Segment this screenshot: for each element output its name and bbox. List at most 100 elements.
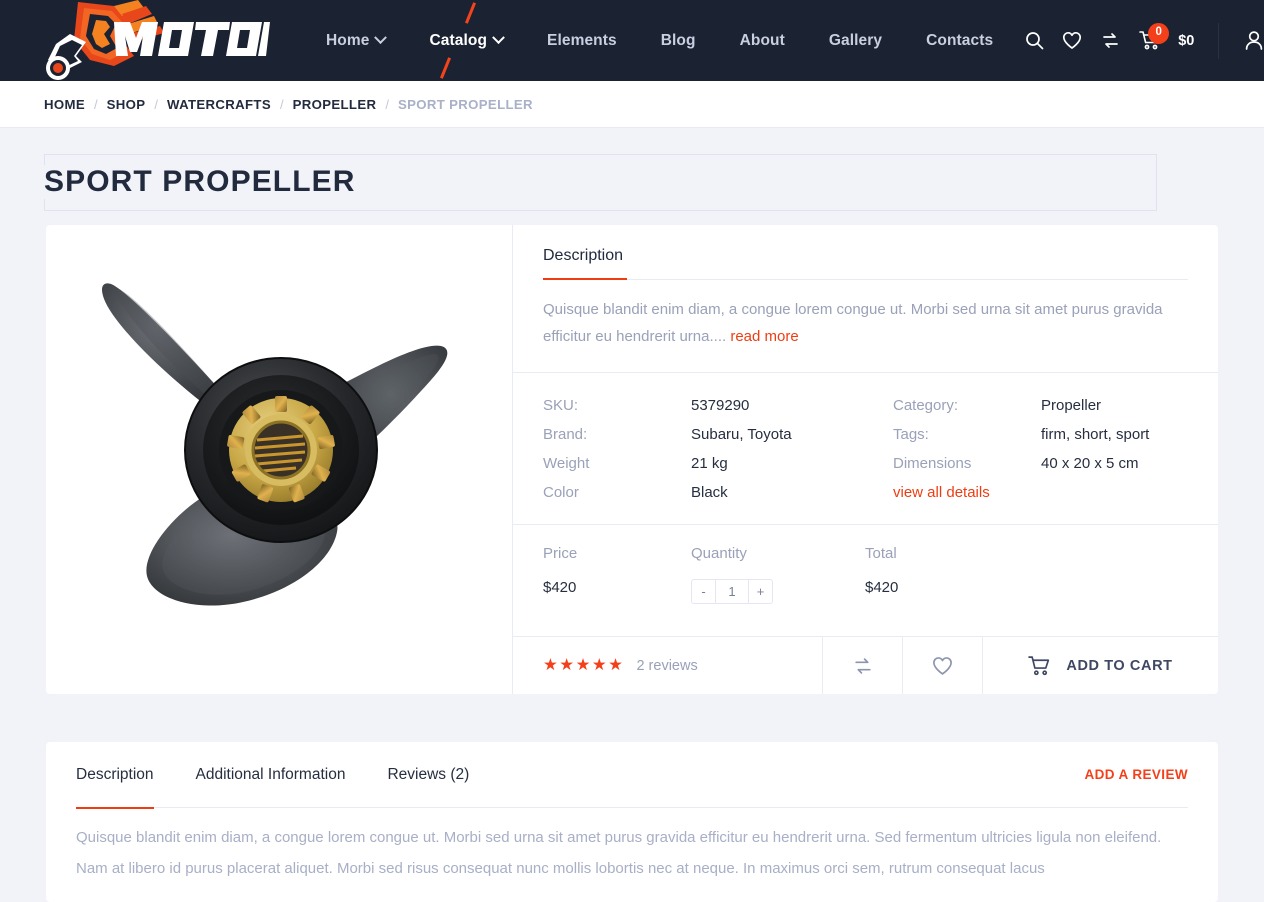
- cart-count-badge: 0: [1148, 22, 1170, 44]
- add-a-review-link[interactable]: ADD A REVIEW: [1084, 767, 1188, 782]
- add-to-cart-button[interactable]: ADD TO CART: [983, 637, 1218, 694]
- heart-icon: [1063, 31, 1082, 49]
- spec-value-dimensions: 40 x 20 x 5 cm: [1041, 455, 1139, 472]
- breadcrumb-separator: /: [154, 96, 158, 112]
- nav-item-label: Gallery: [828, 31, 883, 49]
- nav-item-label: Contacts: [926, 31, 994, 49]
- header-tools: 0 $0: [1015, 0, 1264, 81]
- breadcrumb-separator: /: [279, 96, 284, 112]
- total-cell: Total $420: [865, 545, 898, 604]
- tab-reviews[interactable]: Reviews (2): [387, 742, 469, 808]
- account-button[interactable]: [1235, 21, 1264, 61]
- breadcrumb-item-shop[interactable]: SHOP: [107, 97, 146, 112]
- nav-item-label: Home: [326, 31, 370, 49]
- nav-item-about[interactable]: About: [718, 0, 807, 81]
- quantity-decrement-button[interactable]: -: [692, 580, 715, 603]
- description-text: Quisque blandit enim diam, a congue lore…: [543, 280, 1168, 372]
- read-more-link[interactable]: read more: [730, 328, 798, 345]
- spec-value-color: Black: [691, 484, 728, 501]
- active-tab-indicator: [543, 278, 627, 280]
- price-label: Price: [543, 545, 578, 562]
- nav-item-label: Catalog: [429, 31, 488, 49]
- breadcrumb-separator: /: [385, 96, 389, 112]
- purchase-row: Price $420 Quantity - 1 + Total $420: [513, 524, 1218, 626]
- spec-value-brand: Subaru, Toyota: [691, 426, 792, 443]
- specs-labels-right: Category: Tags: Dimensions view all deta…: [893, 395, 1041, 504]
- compare-button[interactable]: [1091, 21, 1129, 61]
- chevron-down-icon: [374, 31, 388, 45]
- nav-item-home[interactable]: Home: [304, 0, 407, 81]
- cart-total-amount[interactable]: $0: [1178, 33, 1194, 49]
- nav-item-blog[interactable]: Blog: [639, 0, 718, 81]
- breadcrumb: HOME / SHOP / WATERCRAFTS / PROPELLER / …: [0, 81, 1264, 128]
- compare-icon: [854, 657, 871, 674]
- total-label: Total: [865, 545, 897, 562]
- breadcrumb-separator: /: [93, 96, 98, 112]
- quantity-increment-button[interactable]: +: [749, 580, 772, 603]
- specs-column-right: Category: Tags: Dimensions view all deta…: [893, 395, 1149, 504]
- product-card: Description Quisque blandit enim diam, a…: [46, 225, 1218, 694]
- propeller-image-icon: [102, 282, 448, 606]
- tab-description[interactable]: Description: [543, 247, 623, 265]
- search-icon: [1025, 32, 1044, 50]
- tab-description[interactable]: Description: [76, 742, 154, 809]
- description-tab-row: Description: [543, 247, 1188, 280]
- spec-label-color: Color: [543, 484, 579, 501]
- nav-item-catalog[interactable]: Catalog: [407, 0, 525, 81]
- nav-item-contacts[interactable]: Contacts: [904, 0, 1015, 81]
- quantity-cell: Quantity - 1 +: [691, 545, 865, 604]
- cart-button[interactable]: 0: [1131, 21, 1170, 61]
- page-title: SPORT PROPELLER: [44, 165, 374, 199]
- total-value: $420: [865, 579, 899, 596]
- page-title-section: SPORT PROPELLER: [0, 128, 1264, 236]
- product-image[interactable]: [46, 225, 513, 694]
- spec-label-weight: Weight: [543, 455, 590, 472]
- breadcrumb-item-watercrafts[interactable]: WATERCRAFTS: [167, 97, 271, 112]
- specs-labels-left: SKU: Brand: Weight Color: [543, 395, 691, 504]
- quantity-label: Quantity: [691, 545, 747, 562]
- accent-slash-bottom-icon: [440, 57, 452, 79]
- spec-value-weight: 21 kg: [691, 455, 728, 472]
- quantity-stepper[interactable]: - 1 +: [691, 579, 773, 604]
- rating-block: ★★★★★ 2 reviews: [513, 637, 823, 694]
- tab-additional-information[interactable]: Additional Information: [196, 742, 346, 808]
- nav-item-label: Elements: [547, 31, 617, 49]
- description-body: Quisque blandit enim diam, a congue lore…: [543, 301, 1163, 345]
- price-value: $420: [543, 579, 577, 596]
- nav-item-elements[interactable]: Elements: [525, 0, 639, 81]
- quantity-input[interactable]: 1: [715, 580, 749, 603]
- tab-panel-description-text: Quisque blandit enim diam, a congue lore…: [76, 829, 1162, 877]
- product-tabs: Description Additional Information Revie…: [76, 742, 1188, 809]
- add-to-cart-label: ADD TO CART: [1066, 657, 1173, 674]
- breadcrumb-item-current: SPORT PROPELLER: [397, 96, 533, 112]
- breadcrumb-item-home[interactable]: HOME: [44, 97, 85, 112]
- chevron-down-icon: [492, 31, 505, 45]
- nav-item-label: About: [739, 31, 785, 49]
- product-actions: ★★★★★ 2 reviews ADD TO CART: [513, 636, 1218, 694]
- spec-label-category: Category:: [893, 397, 959, 414]
- spec-label-sku: SKU:: [543, 397, 579, 414]
- specs-column-left: SKU: Brand: Weight Color 5379290 Subaru,…: [543, 395, 893, 504]
- site-header: Home Catalog Elements Blog About Gallery…: [0, 0, 1264, 81]
- star-rating-icon: ★★★★★: [543, 656, 625, 675]
- spec-value-category: Propeller: [1041, 397, 1102, 414]
- site-logo[interactable]: [24, 0, 274, 81]
- search-button[interactable]: [1015, 21, 1053, 61]
- spec-value-sku: 5379290: [691, 397, 750, 414]
- product-details: Description Quisque blandit enim diam, a…: [513, 225, 1218, 694]
- user-icon: [1246, 31, 1263, 50]
- header-divider: [1218, 22, 1220, 59]
- spec-label-brand: Brand:: [543, 426, 588, 443]
- wishlist-button[interactable]: [1053, 21, 1091, 61]
- main-navigation: Home Catalog Elements Blog About Gallery…: [304, 0, 1015, 81]
- wishlist-action-button[interactable]: [903, 637, 983, 694]
- compare-icon: [1102, 33, 1118, 48]
- specs-values-right: Propeller firm, short, sport 40 x 20 x 5…: [1041, 395, 1149, 504]
- spec-label-dimensions: Dimensions: [893, 455, 972, 472]
- view-all-details-link[interactable]: view all details: [893, 482, 1041, 504]
- reviews-count[interactable]: 2 reviews: [636, 658, 697, 674]
- product-specs: SKU: Brand: Weight Color 5379290 Subaru,…: [513, 372, 1218, 524]
- nav-item-gallery[interactable]: Gallery: [807, 0, 904, 81]
- compare-action-button[interactable]: [823, 637, 903, 694]
- breadcrumb-item-propeller[interactable]: PROPELLER: [293, 97, 377, 112]
